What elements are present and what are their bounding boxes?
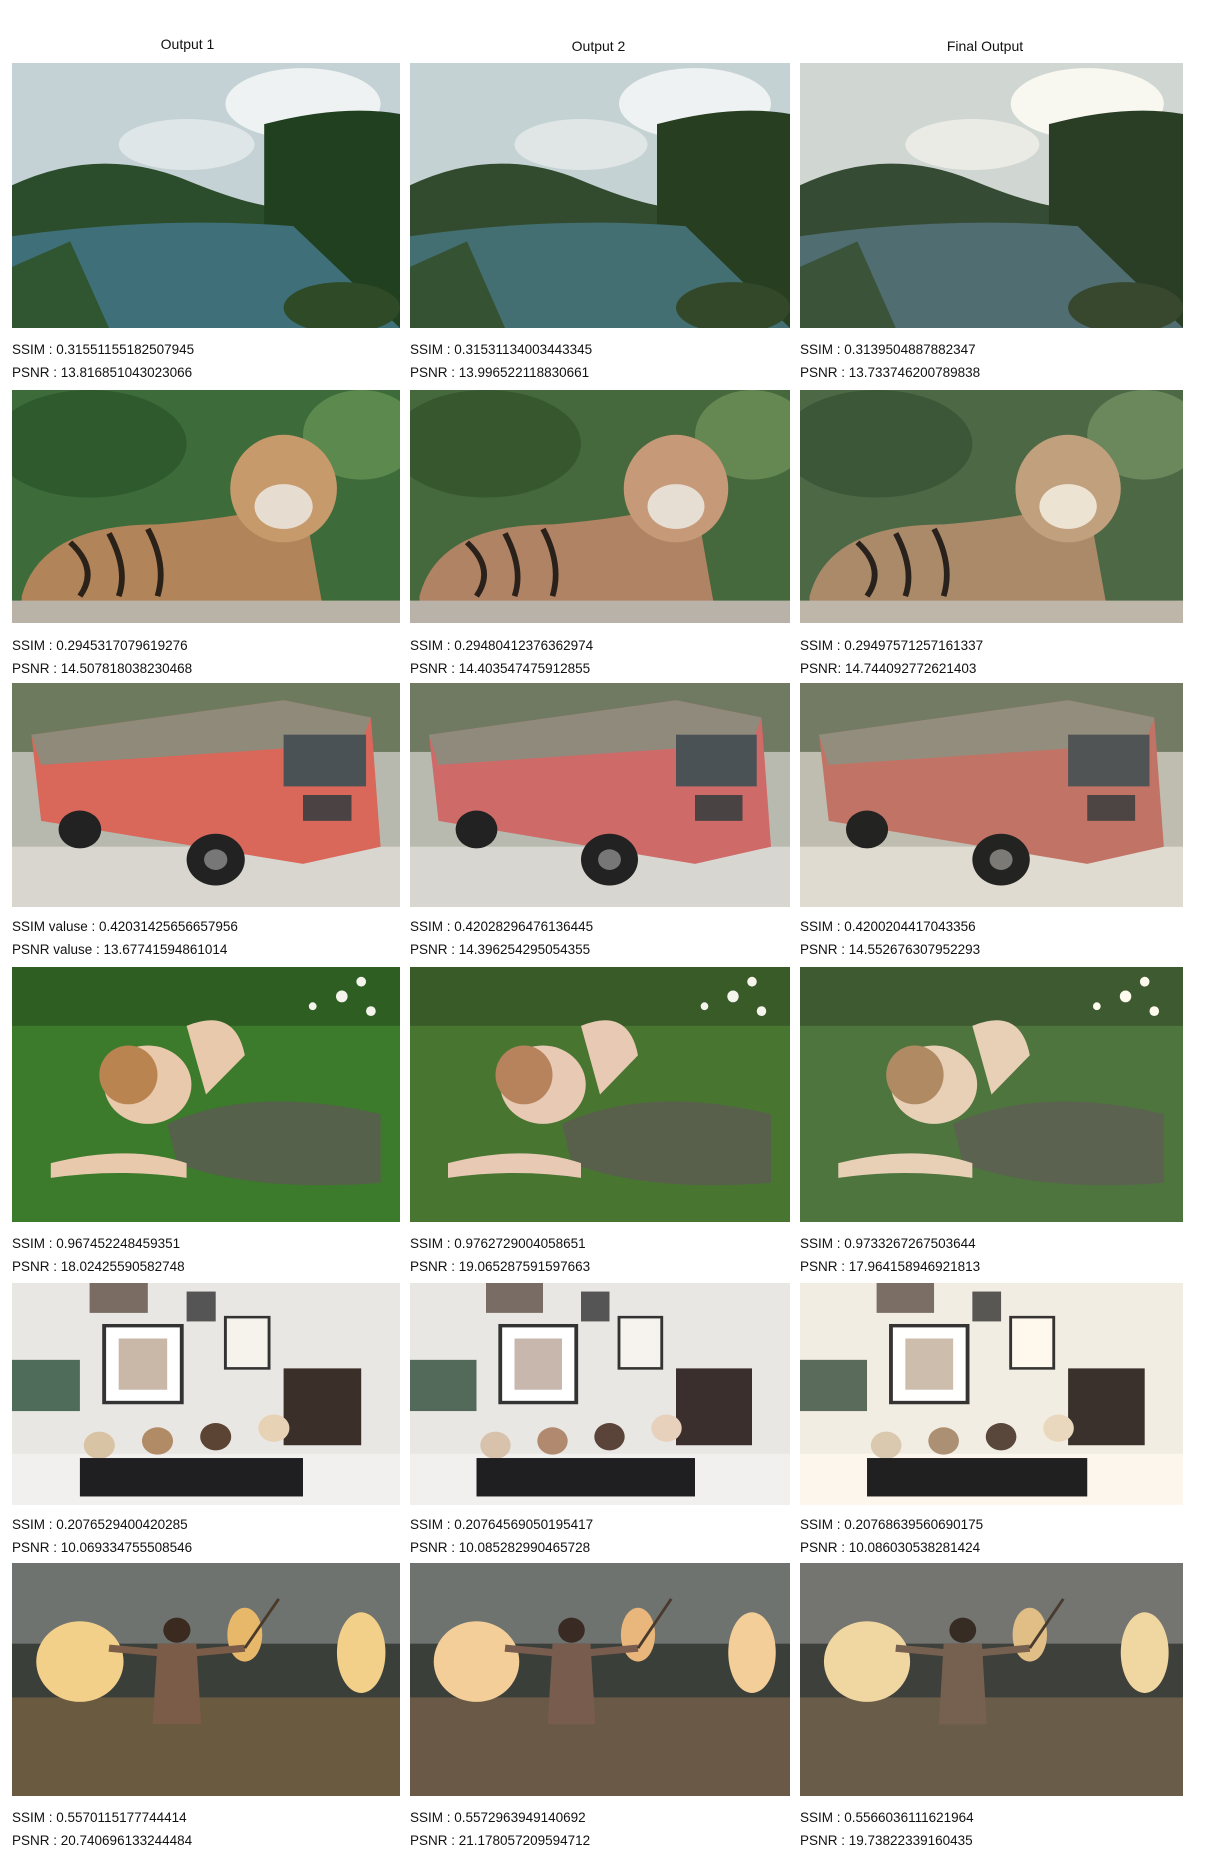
ssim-value: SSIM : 0.20764569050195417 <box>410 1517 594 1532</box>
image-woman-col1 <box>12 967 400 1222</box>
image-tiger-col2 <box>410 390 790 623</box>
metrics-block: SSIM : 0.31551155182507945 PSNR : 13.8168… <box>12 338 194 384</box>
psnr-value: PSNR : 20.740696133244484 <box>12 1833 193 1848</box>
metrics-block: SSIM : 0.20764569050195417 PSNR : 10.0852… <box>410 1513 593 1559</box>
psnr-value: PSNR : 13.733746200789838 <box>800 365 981 380</box>
ssim-value: SSIM : 0.5566036111621964 <box>800 1810 974 1825</box>
psnr-value: PSNR : 19.73822339160435 <box>800 1833 973 1848</box>
image-fire-col2 <box>410 1563 790 1796</box>
psnr-value: PSNR : 10.069334755508546 <box>12 1540 193 1555</box>
metrics-block: SSIM : 0.42028296476136445 PSNR : 14.3962… <box>410 915 593 961</box>
metrics-block: SSIM : 0.2945317079619276 PSNR : 14.50781… <box>12 634 192 680</box>
image-river-col1 <box>12 63 400 328</box>
image-bus-col1 <box>12 683 400 907</box>
column-header-output-2: Output 2 <box>571 38 626 54</box>
image-fire-col1 <box>12 1563 400 1796</box>
metrics-block: SSIM valuse : 0.42031425656657956 PSNR va… <box>12 915 238 961</box>
image-woman-col3 <box>800 967 1183 1222</box>
psnr-value: PSNR : 19.065287591597663 <box>410 1259 591 1274</box>
metrics-block: SSIM : 0.9762729004058651 PSNR : 19.06528… <box>410 1232 590 1278</box>
psnr-value: PSNR : 21.178057209594712 <box>410 1833 591 1848</box>
psnr-value: PSNR : 10.086030538281424 <box>800 1540 981 1555</box>
metrics-block: SSIM : 0.4200204417043356 PSNR : 14.55267… <box>800 915 980 961</box>
image-bus-col2 <box>410 683 790 907</box>
ssim-value: SSIM : 0.31531134003443345 <box>410 342 593 357</box>
psnr-value: PSNR : 14.507818038230468 <box>12 661 193 676</box>
image-sofa-col1 <box>12 1283 400 1505</box>
metrics-block: SSIM : 0.29480412376362974 PSNR : 14.4035… <box>410 634 593 680</box>
ssim-value: SSIM : 0.5570115177744414 <box>12 1810 187 1825</box>
ssim-value: SSIM : 0.2076529400420285 <box>12 1517 188 1532</box>
ssim-value: SSIM : 0.9762729004058651 <box>410 1236 586 1251</box>
psnr-value: PSNR : 13.996522118830661 <box>410 365 590 380</box>
ssim-value: SSIM valuse : 0.42031425656657956 <box>12 919 238 934</box>
metrics-block: SSIM : 0.2076529400420285 PSNR : 10.06933… <box>12 1513 192 1559</box>
ssim-value: SSIM : 0.42028296476136445 <box>410 919 594 934</box>
psnr-value: PSNR : 14.552676307952293 <box>800 942 981 957</box>
metrics-block: SSIM : 0.31531134003443345 PSNR : 13.9965… <box>410 338 592 384</box>
ssim-value: SSIM : 0.967452248459351 <box>12 1236 181 1251</box>
metrics-block: SSIM : 0.3139504887882347 PSNR : 13.73374… <box>800 338 980 384</box>
psnr-value: PSNR : 13.816851043023066 <box>12 365 193 380</box>
image-tiger-col3 <box>800 390 1183 623</box>
image-fire-col3 <box>800 1563 1183 1796</box>
ssim-value: SSIM : 0.29497571257161337 <box>800 638 984 653</box>
image-river-col2 <box>410 63 790 328</box>
ssim-value: SSIM : 0.9733267267503644 <box>800 1236 976 1251</box>
metrics-block: SSIM : 0.20768639560690175 PSNR : 10.0860… <box>800 1513 983 1559</box>
ssim-value: SSIM : 0.29480412376362974 <box>410 638 594 653</box>
psnr-value: PSNR valuse : 13.67741594861014 <box>12 942 228 957</box>
metrics-block: SSIM : 0.5566036111621964 PSNR : 19.73822… <box>800 1806 974 1852</box>
column-header-output-1: Output 1 <box>160 36 215 52</box>
metrics-block: SSIM : 0.5570115177744414 PSNR : 20.74069… <box>12 1806 192 1852</box>
psnr-value: PSNR : 17.964158946921813 <box>800 1259 981 1274</box>
image-woman-col2 <box>410 967 790 1222</box>
image-tiger-col1 <box>12 390 400 623</box>
ssim-value: SSIM : 0.4200204417043356 <box>800 919 976 934</box>
metrics-block: SSIM : 0.9733267267503644 PSNR : 17.96415… <box>800 1232 980 1278</box>
psnr-value: PSNR : 14.403547475912855 <box>410 661 591 676</box>
metrics-block: SSIM : 0.967452248459351 PSNR : 18.024255… <box>12 1232 185 1278</box>
ssim-value: SSIM : 0.31551155182507945 <box>12 342 195 357</box>
image-river-col3 <box>800 63 1183 328</box>
psnr-value: PSNR : 10.085282990465728 <box>410 1540 591 1555</box>
ssim-value: SSIM : 0.5572963949140692 <box>410 1810 586 1825</box>
psnr-value: PSNR: 14.744092772621403 <box>800 661 977 676</box>
image-sofa-col3 <box>800 1283 1183 1505</box>
ssim-value: SSIM : 0.3139504887882347 <box>800 342 976 357</box>
image-bus-col3 <box>800 683 1183 907</box>
psnr-value: PSNR : 18.02425590582748 <box>12 1259 185 1274</box>
ssim-value: SSIM : 0.20768639560690175 <box>800 1517 984 1532</box>
psnr-value: PSNR : 14.396254295054355 <box>410 942 591 957</box>
column-header-final-output: Final Output <box>946 38 1024 54</box>
metrics-block: SSIM : 0.29497571257161337 PSNR: 14.74409… <box>800 634 983 680</box>
ssim-value: SSIM : 0.2945317079619276 <box>12 638 188 653</box>
image-sofa-col2 <box>410 1283 790 1505</box>
metrics-block: SSIM : 0.5572963949140692 PSNR : 21.17805… <box>410 1806 590 1852</box>
